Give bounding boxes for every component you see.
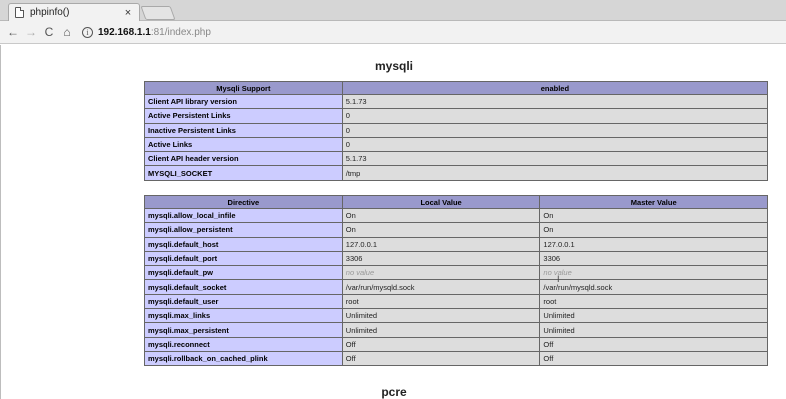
- table-row: mysqli.default_socket/var/run/mysqld.soc…: [144, 279, 768, 295]
- column-header: Master Value: [539, 195, 768, 209]
- directive-name: mysqli.default_user: [144, 293, 343, 310]
- local-value: On: [341, 222, 541, 238]
- table-row: mysqli.allow_local_infile On On: [144, 207, 768, 224]
- table-row: Client API header version 5.1.73: [144, 151, 769, 167]
- directive-name: mysqli.default_host: [144, 236, 343, 252]
- directive-name: mysqli.default_socket: [144, 279, 343, 295]
- local-value: /var/run/mysqld.sock: [341, 279, 541, 295]
- table-header-row: Directive Local Value Master Value: [144, 195, 768, 209]
- local-value: Off: [341, 350, 541, 367]
- table-row: mysqli.allow_persistent On On: [144, 222, 768, 238]
- table-row: MYSQLI_SOCKET/tmp: [144, 165, 769, 181]
- section-heading-pcre: pcre: [381, 385, 407, 399]
- master-value: /var/run/mysqld.sock: [539, 279, 768, 295]
- master-value: 3306: [539, 250, 768, 267]
- mysqli-support-table: Mysqli Support enabled Client API librar…: [144, 81, 769, 181]
- local-value: Unlimited: [341, 322, 541, 338]
- row-label: Active Links: [144, 136, 343, 153]
- master-value: 127.0.0.1: [539, 236, 768, 252]
- url-host: 192.168.1.1: [98, 26, 151, 38]
- address-bar[interactable]: i 192.168.1.1:81/index.php: [82, 23, 782, 41]
- url-path: :81/index.php: [150, 26, 211, 38]
- directive-name: mysqli.default_port: [144, 250, 343, 267]
- column-header: enabled: [341, 81, 769, 95]
- page-content: mysqli Mysqli Support enabled Client API…: [0, 45, 786, 399]
- master-value: no value: [539, 265, 768, 281]
- table-row: Client API library version 5.1.73: [144, 93, 769, 110]
- table-header-row: Mysqli Support enabled: [144, 81, 769, 95]
- master-value: On: [539, 222, 768, 238]
- local-value: Off: [341, 336, 541, 352]
- directive-name: mysqli.max_persistent: [144, 322, 343, 338]
- row-value: 5.1.73: [341, 93, 769, 110]
- directive-name: mysqli.default_pw: [144, 265, 343, 281]
- table-row: mysqli.default_port 3306 3306: [144, 250, 768, 267]
- local-value: root: [341, 293, 541, 310]
- tab-strip: phpinfo() ×: [0, 0, 786, 21]
- row-label: Active Persistent Links: [144, 108, 343, 124]
- directive-name: mysqli.rollback_on_cached_plink: [144, 350, 343, 367]
- master-value: Off: [539, 350, 768, 367]
- browser-toolbar: ← → C ⌂ i 192.168.1.1:81/index.php: [0, 21, 786, 44]
- back-button[interactable]: ←: [4, 23, 22, 41]
- directive-name: mysqli.reconnect: [144, 336, 343, 352]
- section-heading-mysqli: mysqli: [374, 59, 413, 73]
- column-header: Mysqli Support: [144, 81, 343, 95]
- row-label: MYSQLI_SOCKET: [144, 165, 343, 181]
- master-value: Unlimited: [539, 308, 768, 324]
- close-tab-icon[interactable]: ×: [121, 7, 135, 19]
- row-label: Client API header version: [144, 151, 343, 167]
- master-value: Unlimited: [539, 322, 768, 338]
- local-value: no value: [341, 265, 541, 281]
- directive-name: mysqli.allow_local_infile: [144, 207, 343, 224]
- local-value: 3306: [341, 250, 541, 267]
- row-value: 0: [341, 136, 769, 153]
- table-row: mysqli.default_pw no value no value: [144, 265, 768, 281]
- row-value: 0: [341, 108, 769, 124]
- tab-title: phpinfo(): [30, 7, 70, 18]
- master-value: On: [539, 207, 768, 224]
- table-row: Active Links 0: [144, 136, 769, 153]
- forward-button[interactable]: →: [22, 23, 40, 41]
- info-icon[interactable]: i: [82, 26, 93, 38]
- row-label: Client API library version: [144, 93, 343, 110]
- table-row: mysqli.rollback_on_cached_plink Off Off: [144, 350, 768, 367]
- new-tab-button[interactable]: [140, 6, 176, 20]
- column-header: Directive: [144, 195, 343, 209]
- document-icon: [15, 7, 24, 18]
- table-row: mysqli.max_links Unlimited Unlimited: [144, 308, 768, 324]
- directive-name: mysqli.max_links: [144, 308, 343, 324]
- row-value: /tmp: [341, 165, 769, 181]
- local-value: On: [341, 207, 541, 224]
- local-value: Unlimited: [341, 308, 541, 324]
- master-value: Off: [539, 336, 768, 352]
- row-value: 5.1.73: [341, 151, 769, 167]
- master-value: root: [539, 293, 768, 310]
- directive-name: mysqli.allow_persistent: [144, 222, 343, 238]
- row-label: Inactive Persistent Links: [144, 122, 343, 138]
- local-value: 127.0.0.1: [341, 236, 541, 252]
- table-row: mysqli.default_user root root: [144, 293, 768, 310]
- table-row: mysqli.max_persistent Unlimited Unlimited: [144, 322, 768, 338]
- column-header: Local Value: [341, 195, 541, 209]
- mysqli-directive-table: Directive Local Value Master Value mysql…: [144, 195, 768, 367]
- table-row: mysqli.default_host 127.0.0.1 127.0.0.1: [144, 236, 768, 252]
- browser-tab[interactable]: phpinfo() ×: [8, 3, 140, 21]
- table-row: Inactive Persistent Links 0: [144, 122, 769, 138]
- table-row: mysqli.reconnect Off Off: [144, 336, 768, 352]
- text-cursor-icon: I: [557, 274, 560, 284]
- table-row: Active Persistent Links 0: [144, 108, 769, 124]
- row-value: 0: [341, 122, 769, 138]
- reload-button[interactable]: C: [40, 23, 58, 41]
- home-button[interactable]: ⌂: [58, 23, 76, 41]
